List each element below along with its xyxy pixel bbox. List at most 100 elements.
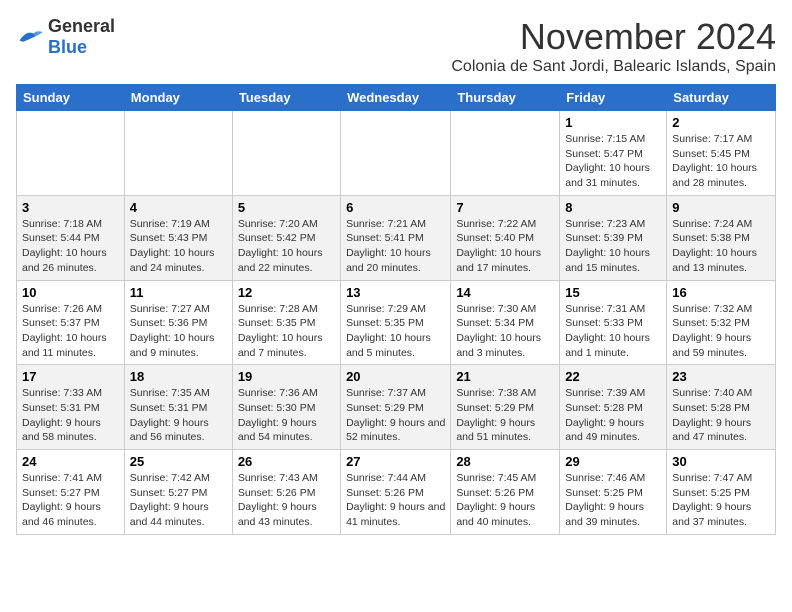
logo: General Blue: [16, 16, 115, 58]
day-number: 27: [346, 454, 445, 469]
calendar-cell: [232, 111, 340, 196]
location-title: Colonia de Sant Jordi, Balearic Islands,…: [451, 58, 776, 76]
calendar-cell: [124, 111, 232, 196]
day-number: 11: [130, 285, 227, 300]
day-number: 12: [238, 285, 335, 300]
day-number: 15: [565, 285, 661, 300]
calendar-cell: 1 Sunrise: 7:15 AM Sunset: 5:47 PM Daylig…: [560, 111, 667, 196]
calendar-cell: 3Sunrise: 7:18 AM Sunset: 5:44 PM Daylig…: [17, 195, 125, 280]
calendar-header-row: SundayMondayTuesdayWednesdayThursdayFrid…: [17, 85, 776, 111]
day-number: 2: [672, 115, 770, 130]
day-info: Sunrise: 7:22 AM Sunset: 5:40 PM Dayligh…: [456, 217, 554, 276]
day-number: 13: [346, 285, 445, 300]
calendar-cell: 22 Sunrise: 7:39 AM Sunset: 5:28 PM Dayli…: [560, 365, 667, 450]
day-info: Sunrise: 7:31 AM Sunset: 5:33 PM Dayligh…: [565, 302, 661, 361]
calendar-cell: 9 Sunrise: 7:24 AM Sunset: 5:38 PM Daylig…: [667, 195, 776, 280]
day-number: 26: [238, 454, 335, 469]
calendar-cell: 4 Sunrise: 7:19 AM Sunset: 5:43 PM Daylig…: [124, 195, 232, 280]
logo-blue: Blue: [48, 37, 87, 57]
calendar-cell: 27 Sunrise: 7:44 AM Sunset: 5:26 PM Dayli…: [341, 450, 451, 535]
calendar-header-tuesday: Tuesday: [232, 85, 340, 111]
day-number: 7: [456, 200, 554, 215]
calendar-table: SundayMondayTuesdayWednesdayThursdayFrid…: [16, 84, 776, 535]
month-title: November 2024: [451, 16, 776, 58]
day-info: Sunrise: 7:15 AM Sunset: 5:47 PM Dayligh…: [565, 132, 661, 191]
calendar-cell: [17, 111, 125, 196]
calendar-cell: 29Sunrise: 7:46 AM Sunset: 5:25 PM Dayli…: [560, 450, 667, 535]
calendar-header-friday: Friday: [560, 85, 667, 111]
calendar-cell: 10 Sunrise: 7:26 AM Sunset: 5:37 PM Dayli…: [17, 280, 125, 365]
day-info: Sunrise: 7:40 AM Sunset: 5:28 PM Dayligh…: [672, 386, 770, 445]
day-info: Sunrise: 7:29 AM Sunset: 5:35 PM Dayligh…: [346, 302, 445, 361]
calendar-cell: 28Sunrise: 7:45 AM Sunset: 5:26 PM Dayli…: [451, 450, 560, 535]
logo-bird-icon: [16, 26, 44, 48]
calendar-cell: 12 Sunrise: 7:28 AM Sunset: 5:35 PM Dayli…: [232, 280, 340, 365]
calendar-cell: 16Sunrise: 7:32 AM Sunset: 5:32 PM Dayli…: [667, 280, 776, 365]
day-number: 30: [672, 454, 770, 469]
day-number: 19: [238, 369, 335, 384]
calendar-cell: 21Sunrise: 7:38 AM Sunset: 5:29 PM Dayli…: [451, 365, 560, 450]
day-number: 22: [565, 369, 661, 384]
calendar-cell: 7 Sunrise: 7:22 AM Sunset: 5:40 PM Daylig…: [451, 195, 560, 280]
calendar-header-monday: Monday: [124, 85, 232, 111]
calendar-cell: 8Sunrise: 7:23 AM Sunset: 5:39 PM Daylig…: [560, 195, 667, 280]
calendar-header-thursday: Thursday: [451, 85, 560, 111]
day-number: 9: [672, 200, 770, 215]
day-number: 4: [130, 200, 227, 215]
day-number: 18: [130, 369, 227, 384]
day-info: Sunrise: 7:27 AM Sunset: 5:36 PM Dayligh…: [130, 302, 227, 361]
day-info: Sunrise: 7:41 AM Sunset: 5:27 PM Dayligh…: [22, 471, 119, 530]
day-info: Sunrise: 7:46 AM Sunset: 5:25 PM Dayligh…: [565, 471, 661, 530]
calendar-cell: 17Sunrise: 7:33 AM Sunset: 5:31 PM Dayli…: [17, 365, 125, 450]
day-number: 24: [22, 454, 119, 469]
calendar-cell: 6 Sunrise: 7:21 AM Sunset: 5:41 PM Daylig…: [341, 195, 451, 280]
day-number: 23: [672, 369, 770, 384]
day-info: Sunrise: 7:39 AM Sunset: 5:28 PM Dayligh…: [565, 386, 661, 445]
day-info: Sunrise: 7:44 AM Sunset: 5:26 PM Dayligh…: [346, 471, 445, 530]
day-number: 6: [346, 200, 445, 215]
calendar-cell: 20Sunrise: 7:37 AM Sunset: 5:29 PM Dayli…: [341, 365, 451, 450]
day-number: 10: [22, 285, 119, 300]
calendar-cell: 26 Sunrise: 7:43 AM Sunset: 5:26 PM Dayli…: [232, 450, 340, 535]
day-info: Sunrise: 7:21 AM Sunset: 5:41 PM Dayligh…: [346, 217, 445, 276]
calendar-cell: 19 Sunrise: 7:36 AM Sunset: 5:30 PM Dayli…: [232, 365, 340, 450]
day-info: Sunrise: 7:30 AM Sunset: 5:34 PM Dayligh…: [456, 302, 554, 361]
calendar-week-2: 3Sunrise: 7:18 AM Sunset: 5:44 PM Daylig…: [17, 195, 776, 280]
calendar-cell: 18 Sunrise: 7:35 AM Sunset: 5:31 PM Dayli…: [124, 365, 232, 450]
day-info: Sunrise: 7:19 AM Sunset: 5:43 PM Dayligh…: [130, 217, 227, 276]
calendar-cell: 5 Sunrise: 7:20 AM Sunset: 5:42 PM Daylig…: [232, 195, 340, 280]
calendar-cell: 13 Sunrise: 7:29 AM Sunset: 5:35 PM Dayli…: [341, 280, 451, 365]
logo-text: General Blue: [48, 16, 115, 58]
day-info: Sunrise: 7:37 AM Sunset: 5:29 PM Dayligh…: [346, 386, 445, 445]
calendar-cell: [451, 111, 560, 196]
day-number: 25: [130, 454, 227, 469]
calendar-week-3: 10 Sunrise: 7:26 AM Sunset: 5:37 PM Dayli…: [17, 280, 776, 365]
day-number: 1: [565, 115, 661, 130]
day-info: Sunrise: 7:20 AM Sunset: 5:42 PM Dayligh…: [238, 217, 335, 276]
day-number: 16: [672, 285, 770, 300]
calendar-cell: 14Sunrise: 7:30 AM Sunset: 5:34 PM Dayli…: [451, 280, 560, 365]
calendar-cell: 15 Sunrise: 7:31 AM Sunset: 5:33 PM Dayli…: [560, 280, 667, 365]
day-info: Sunrise: 7:24 AM Sunset: 5:38 PM Dayligh…: [672, 217, 770, 276]
calendar-week-4: 17Sunrise: 7:33 AM Sunset: 5:31 PM Dayli…: [17, 365, 776, 450]
header: General Blue November 2024 Colonia de Sa…: [16, 16, 776, 76]
calendar-cell: 24 Sunrise: 7:41 AM Sunset: 5:27 PM Dayli…: [17, 450, 125, 535]
title-area: November 2024 Colonia de Sant Jordi, Bal…: [451, 16, 776, 76]
calendar-cell: 30Sunrise: 7:47 AM Sunset: 5:25 PM Dayli…: [667, 450, 776, 535]
calendar-week-5: 24 Sunrise: 7:41 AM Sunset: 5:27 PM Dayli…: [17, 450, 776, 535]
day-info: Sunrise: 7:42 AM Sunset: 5:27 PM Dayligh…: [130, 471, 227, 530]
day-info: Sunrise: 7:17 AM Sunset: 5:45 PM Dayligh…: [672, 132, 770, 191]
day-info: Sunrise: 7:28 AM Sunset: 5:35 PM Dayligh…: [238, 302, 335, 361]
calendar-cell: 11 Sunrise: 7:27 AM Sunset: 5:36 PM Dayli…: [124, 280, 232, 365]
calendar-cell: [341, 111, 451, 196]
calendar-cell: 25 Sunrise: 7:42 AM Sunset: 5:27 PM Dayli…: [124, 450, 232, 535]
day-info: Sunrise: 7:38 AM Sunset: 5:29 PM Dayligh…: [456, 386, 554, 445]
day-info: Sunrise: 7:35 AM Sunset: 5:31 PM Dayligh…: [130, 386, 227, 445]
day-info: Sunrise: 7:26 AM Sunset: 5:37 PM Dayligh…: [22, 302, 119, 361]
day-number: 5: [238, 200, 335, 215]
day-number: 3: [22, 200, 119, 215]
day-info: Sunrise: 7:43 AM Sunset: 5:26 PM Dayligh…: [238, 471, 335, 530]
calendar-cell: 2 Sunrise: 7:17 AM Sunset: 5:45 PM Daylig…: [667, 111, 776, 196]
calendar-header-wednesday: Wednesday: [341, 85, 451, 111]
day-info: Sunrise: 7:36 AM Sunset: 5:30 PM Dayligh…: [238, 386, 335, 445]
